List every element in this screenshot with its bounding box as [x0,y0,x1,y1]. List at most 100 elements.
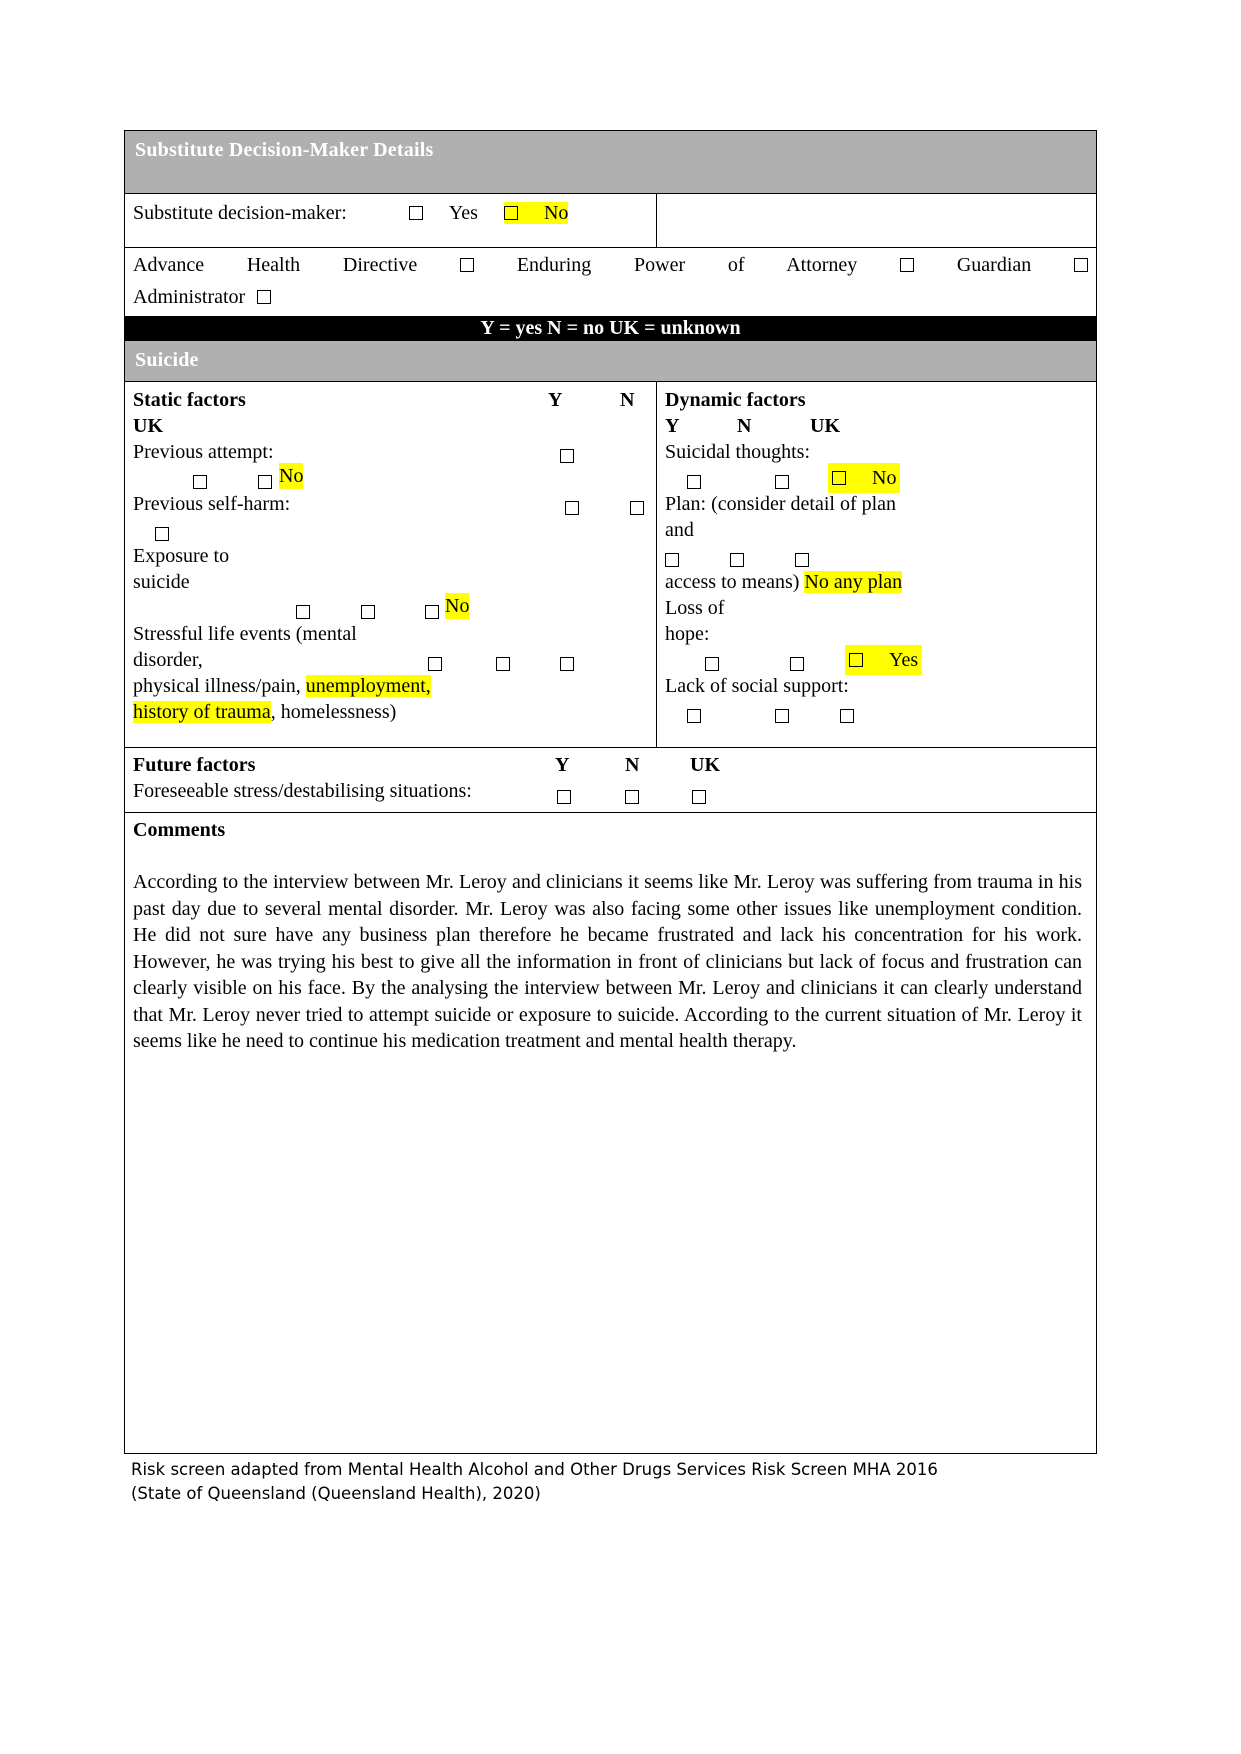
previous-self-harm-uk-checkbox[interactable] [155,527,169,541]
substitute-header-cell: Substitute Decision-Maker Details [124,130,1097,194]
static-item-exposure-line1: Exposure to [133,545,230,567]
footer-line-2: (State of Queensland (Queensland Health)… [131,1484,541,1503]
suicide-header-row: Suicide [124,340,1097,382]
dynamic-factors-cell: Dynamic factors Y N UK Suicidal thoughts… [656,381,1097,748]
future-factors-cell: Future factors Y N UK Foreseeable stress… [124,747,1097,813]
static-factors-heading: Static factors [133,389,246,411]
comments-body[interactable]: According to the interview between Mr. L… [125,843,1096,1063]
guardian-label: Guardian [956,254,1032,276]
dynamic-item-plan-checkboxes [665,543,1088,569]
dynamic-factors-heading: Dynamic factors [665,389,806,411]
dynamic-item-suicidal-thoughts-label: Suicidal thoughts: [665,441,810,463]
legend-row: Y = yes N = no UK = unknown [124,316,1097,341]
advance-health-directive-checkbox[interactable] [460,258,475,272]
stressful-life-events-uk-checkbox[interactable] [560,657,574,671]
static-factors-block: Static factors Y N UK Previous attempt: [125,382,656,747]
substitute-yes-label: Yes [448,202,478,224]
plan-uk-checkbox[interactable] [795,553,809,567]
substitute-header-label: Substitute Decision-Maker Details [135,139,434,161]
lack-support-uk-checkbox[interactable] [840,709,854,723]
loss-hope-uk-checkbox[interactable] [849,653,863,667]
directives-row: Advance Health Directive Enduring Power … [124,247,1097,317]
plan-y-checkbox[interactable] [665,553,679,567]
future-factors-item-line: Foreseeable stress/destabilising situati… [125,778,1096,812]
dynamic-item-loss-hope-line2: hope: [665,623,710,645]
previous-attempt-y-checkbox[interactable] [560,449,574,463]
substitute-no-checkbox[interactable] [503,206,518,220]
previous-attempt-n-checkbox[interactable] [193,475,207,489]
loss-hope-answer-group: Yes [845,645,923,675]
lack-support-y-checkbox[interactable] [687,709,701,723]
dynamic-col-y: Y [665,415,680,437]
substitute-decision-maker-blank-cell [656,193,1097,248]
foreseeable-stress-n-checkbox[interactable] [625,790,639,804]
foreseeable-stress-uk-checkbox[interactable] [692,790,706,804]
static-item-exposure-line2: suicide [133,571,190,593]
dynamic-item-loss-hope-line1: Loss of [665,597,725,619]
footer-line-1: Risk screen adapted from Mental Health A… [131,1460,938,1479]
previous-self-harm-y-checkbox[interactable] [565,501,579,515]
comments-heading: Comments [133,819,226,841]
comments-row: Comments According to the interview betw… [124,812,1097,1454]
static-item-stressful-unemployment: unemployment, [305,675,431,697]
static-item-stressful-line4: history of trauma, homelessness) [133,699,648,725]
exposure-suicide-n-checkbox[interactable] [361,605,375,619]
directives-line2: Administrator [125,284,1096,316]
document-page: Substitute Decision-Maker Details Substi… [0,0,1241,1754]
administrator-label: Administrator [133,286,246,308]
loss-hope-answer: Yes [889,649,919,671]
static-item-stressful-line2: disorder, [133,647,648,673]
risk-screen-form: Substitute Decision-Maker Details Substi… [124,130,1097,1454]
dynamic-col-n: N [737,415,752,437]
comments-cell[interactable]: Comments According to the interview betw… [124,812,1097,1454]
substitute-header-row: Substitute Decision-Maker Details [124,130,1097,194]
loss-hope-n-checkbox[interactable] [790,657,804,671]
dynamic-factors-heading-line: Dynamic factors [665,387,1088,413]
suicidal-thoughts-answer-group: No [828,463,901,493]
dynamic-item-plan-line3: access to means) No any plan [665,569,1088,595]
plan-answer: No any plan [804,571,903,593]
suicidal-thoughts-n-checkbox[interactable] [775,475,789,489]
exposure-suicide-uk-checkbox[interactable] [425,605,439,619]
suicidal-thoughts-y-checkbox[interactable] [687,475,701,489]
future-factors-heading-line: Future factors Y N UK [125,748,1096,778]
static-item-previous-attempt-label: Previous attempt: [133,441,274,463]
dynamic-item-lack-support-label: Lack of social support: [665,675,849,697]
substitute-no-group: No [503,202,569,224]
substitute-decision-maker-row: Substitute decision-maker: Yes No [124,193,1097,248]
exposure-suicide-y-checkbox[interactable] [296,605,310,619]
factors-row: Static factors Y N UK Previous attempt: [124,381,1097,748]
previous-self-harm-n-checkbox[interactable] [630,501,644,515]
future-factors-heading: Future factors [133,754,256,776]
static-item-previous-self-harm: Previous self-harm: [133,491,648,517]
dynamic-item-plan-line1: Plan: (consider detail of plan [665,493,897,515]
lack-support-n-checkbox[interactable] [775,709,789,723]
stressful-life-events-n-checkbox[interactable] [496,657,510,671]
suicide-header-label: Suicide [135,349,199,371]
static-factors-cell: Static factors Y N UK Previous attempt: [124,381,657,748]
stressful-life-events-y-checkbox[interactable] [428,657,442,671]
previous-attempt-uk-checkbox[interactable] [258,475,272,489]
future-col-y: Y [555,754,570,776]
suicidal-thoughts-uk-checkbox[interactable] [832,471,846,485]
enduring-power-of-attorney-checkbox[interactable] [900,258,915,272]
administrator-checkbox[interactable] [257,290,272,304]
future-factors-row: Future factors Y N UK Foreseeable stress… [124,747,1097,813]
substitute-yes-checkbox[interactable] [408,206,423,220]
future-col-uk: UK [690,754,720,776]
static-item-stressful-history-trauma: history of trauma [133,701,271,723]
static-col-uk: UK [133,415,163,437]
advance-health-directive-label: Advance Health Directive [133,254,418,276]
legend-bar: Y = yes N = no UK = unknown [124,316,1097,341]
static-item-stressful-line2-label: disorder, [133,649,203,671]
guardian-checkbox[interactable] [1074,258,1089,272]
dynamic-item-suicidal-thoughts-row: No [665,463,1088,493]
foreseeable-stress-y-checkbox[interactable] [557,790,571,804]
loss-hope-y-checkbox[interactable] [705,657,719,671]
substitute-no-label: No [543,202,569,224]
dynamic-factors-block: Dynamic factors Y N UK Suicidal thoughts… [657,382,1096,747]
enduring-power-of-attorney-label: Enduring Power of Attorney [516,254,858,276]
future-factors-item-label: Foreseeable stress/destabilising situati… [133,780,472,802]
footer: Risk screen adapted from Mental Health A… [131,1458,938,1506]
plan-n-checkbox[interactable] [730,553,744,567]
